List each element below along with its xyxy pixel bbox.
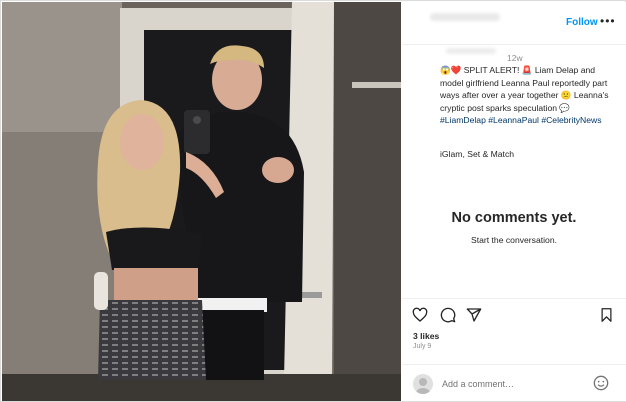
- caption-source: iGlam, Set & Match: [440, 149, 515, 159]
- heart-icon[interactable]: [412, 307, 428, 328]
- caption-time-ago: 12w: [507, 53, 523, 63]
- add-comment-input[interactable]: [442, 377, 592, 391]
- emoji-icon[interactable]: [593, 375, 609, 396]
- blurred-caption-author: [446, 48, 496, 54]
- likes-count[interactable]: 3 likes: [413, 331, 439, 341]
- no-comments-subtitle: Start the conversation.: [471, 235, 557, 245]
- post-caption: 😱❤️ SPLIT ALERT! 🚨 Liam Delap and model …: [440, 64, 618, 127]
- blurred-username: [430, 13, 500, 21]
- add-comment-bar: [402, 364, 626, 402]
- more-options-icon[interactable]: •••: [600, 14, 616, 28]
- post-modal: Follow ••• 12w 😱❤️ SPLIT ALERT! 🚨 Liam D…: [0, 0, 626, 402]
- no-comments-title: No comments yet.: [451, 210, 577, 226]
- follow-button[interactable]: Follow: [566, 17, 598, 28]
- mirror-selfie-image: [2, 2, 401, 401]
- post-date: July 9: [413, 343, 432, 350]
- post-photo: [2, 2, 401, 401]
- hashtag-leannapaul[interactable]: #LeannaPaul: [488, 115, 539, 125]
- share-icon[interactable]: [466, 307, 482, 328]
- post-details-panel: Follow ••• 12w 😱❤️ SPLIT ALERT! 🚨 Liam D…: [402, 2, 626, 401]
- hashtag-celebritynews[interactable]: #CelebrityNews: [541, 115, 601, 125]
- caption-text: 😱❤️ SPLIT ALERT! 🚨 Liam Delap and model …: [440, 65, 609, 113]
- avatar: [413, 374, 433, 394]
- comment-icon[interactable]: [440, 307, 456, 328]
- action-bar: [402, 298, 626, 329]
- bookmark-icon[interactable]: [599, 307, 614, 328]
- hashtag-liamdelap[interactable]: #LiamDelap: [440, 115, 486, 125]
- post-header: Follow •••: [402, 2, 626, 45]
